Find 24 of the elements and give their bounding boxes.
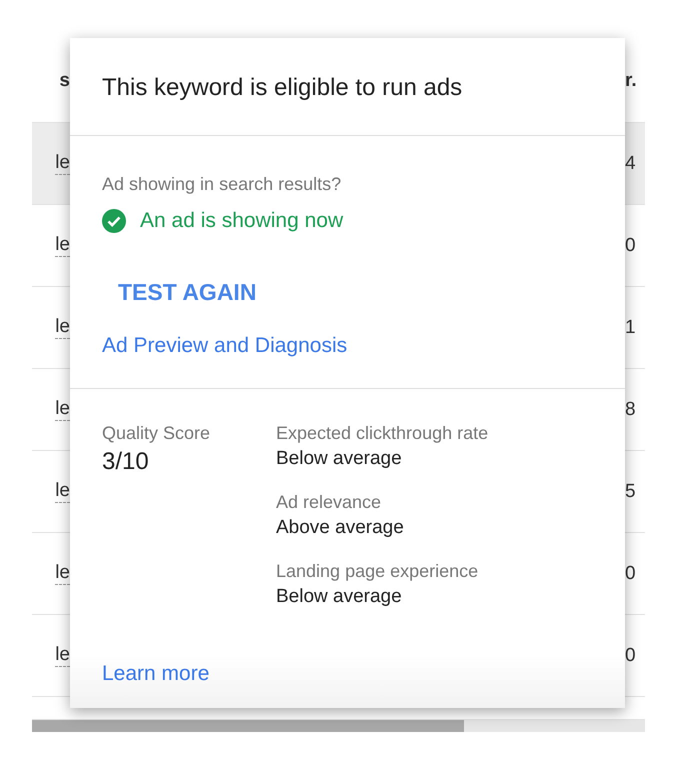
table-cell: 0	[625, 644, 636, 666]
table-cell: 1	[625, 316, 636, 338]
factor-value: Above average	[276, 517, 405, 539]
quality-score-value: 3/10	[102, 448, 150, 476]
factor-label: Expected clickthrough rate	[276, 423, 490, 444]
popover-title: This keyword is eligible to run ads	[102, 74, 464, 102]
status-result: An ad is showing now	[140, 209, 344, 233]
table-cell: 8	[625, 398, 636, 420]
factor-value: Below average	[276, 448, 403, 470]
column-header[interactable]: s	[59, 70, 70, 92]
table-cell: 4	[625, 152, 636, 174]
column-header[interactable]: r.	[625, 70, 637, 92]
table-cell: 0	[625, 562, 636, 584]
factor-label: Landing page experience	[276, 561, 480, 582]
test-again-button[interactable]: TEST AGAIN	[102, 273, 272, 312]
horizontal-scrollbar[interactable]	[32, 720, 645, 732]
ad-preview-link[interactable]: Ad Preview and Diagnosis	[102, 334, 348, 358]
status-question: Ad showing in search results?	[102, 174, 342, 195]
table-cell: 5	[625, 480, 636, 502]
quality-score-label: Quality Score	[102, 423, 212, 444]
factor-label: Ad relevance	[276, 492, 382, 513]
learn-more-link[interactable]: Learn more	[102, 662, 210, 685]
table-cell: 0	[625, 234, 636, 256]
factor-value: Below average	[276, 586, 403, 608]
